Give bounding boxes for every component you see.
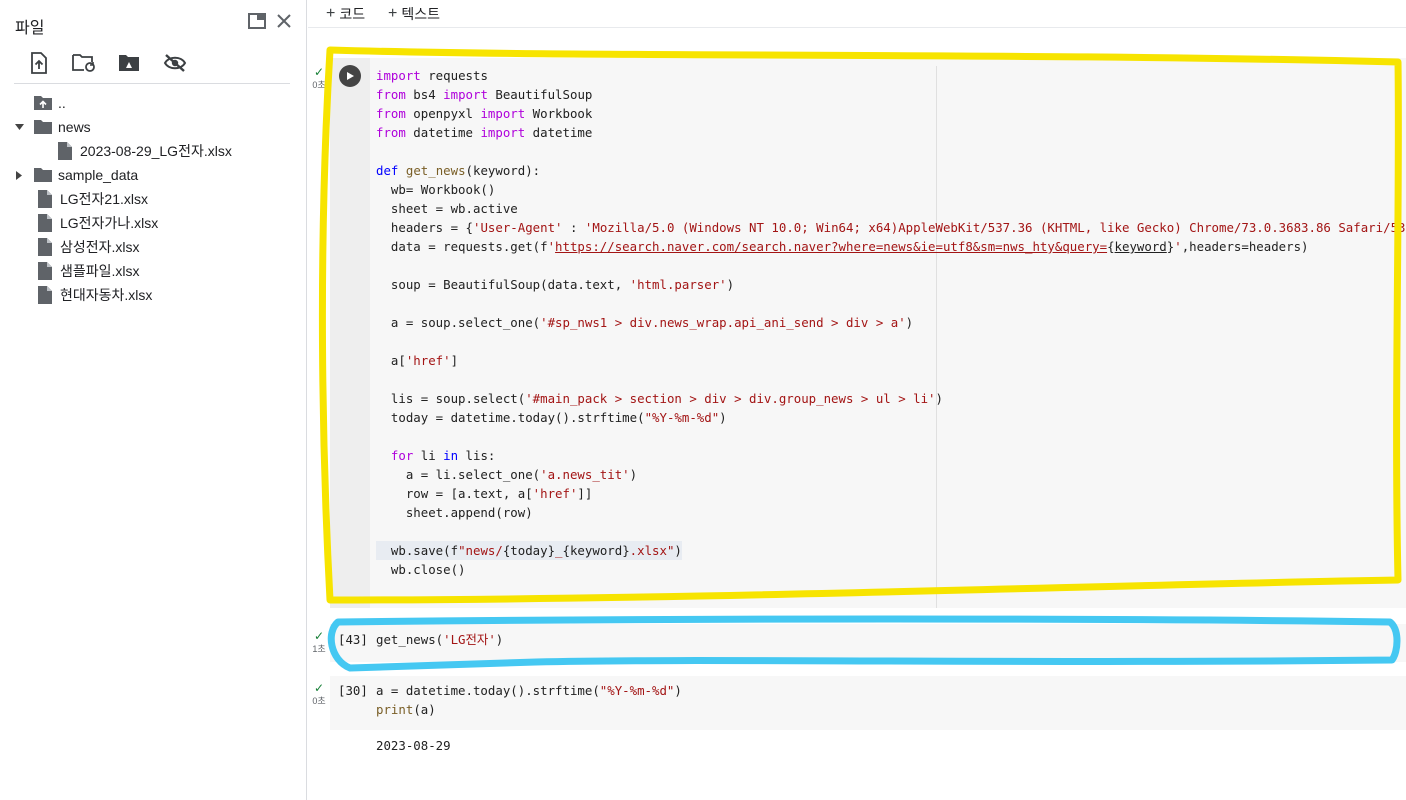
cell-gutter [330,58,370,608]
cell-run-time: 0초 [312,80,326,90]
code-line[interactable]: from datetime import datetime [376,123,592,142]
code-line[interactable]: from openpyxl import Workbook [376,104,592,123]
tree-item-label: sample_data [58,167,139,183]
cell-run-status: ✓ 1초 [309,630,329,655]
add-text-button[interactable]: + 텍스트 [388,4,440,24]
play-icon [347,72,354,80]
tree-item-label: LG전자21.xlsx [60,191,149,207]
tree-item-file[interactable]: LG전자가나.xlsx [36,211,158,235]
tree-item-file[interactable]: 샘플파일.xlsx [36,259,140,283]
check-icon: ✓ [313,629,325,643]
add-text-label: 텍스트 [401,6,440,22]
close-icon[interactable] [273,10,295,32]
code-line[interactable]: print(a) [376,700,436,719]
tree-item-parent[interactable]: .. [34,91,66,115]
tree-item-label: 샘플파일.xlsx [60,263,140,279]
tree-item-label: .. [58,95,66,111]
code-line[interactable]: row = [a.text, a['href']] [376,484,593,503]
sidebar-divider [14,83,290,84]
check-icon: ✓ [313,65,325,79]
code-line[interactable]: headers = {'User-Agent' : 'Mozilla/5.0 (… [376,218,1406,237]
folder-up-icon [34,94,52,112]
code-line[interactable]: data = requests.get(f'https://search.nav… [376,237,1309,256]
tree-item-file[interactable]: 현대자동차.xlsx [36,283,152,307]
cell-run-time: 1초 [312,644,326,654]
line-length-ruler [936,66,937,608]
code-line[interactable]: wb= Workbook() [376,180,495,199]
mount-drive-icon[interactable] [117,50,141,76]
code-line[interactable]: import requests [376,66,488,85]
tree-item-file[interactable]: 삼성전자.xlsx [36,235,140,259]
tree-item-sample-data[interactable]: sample_data [14,163,138,187]
code-line[interactable]: from bs4 import BeautifulSoup [376,85,592,104]
cell-output: 2023-08-29 [376,738,451,753]
plus-icon: + [326,5,336,22]
tree-item-label: news [58,119,91,135]
tree-item-label: 삼성전자.xlsx [60,239,140,255]
execution-count: [43] [338,632,368,647]
code-line[interactable]: wb.close() [376,560,466,579]
upload-file-icon[interactable] [27,50,51,76]
code-line[interactable]: def get_news(keyword): [376,161,540,180]
tree-item-label: 현대자동차.xlsx [60,287,153,303]
code-line[interactable]: a = li.select_one('a.news_tit') [376,465,637,484]
folder-icon [34,118,52,136]
chevron-right-icon[interactable] [14,170,24,180]
file-browser-panel: 파일 .. news 2023-08-29_LG전자.xlsx sample_d… [0,0,307,800]
cell-run-time: 0초 [312,696,326,706]
notebook-toolbar: + 코드 + 텍스트 [308,0,1406,28]
cell-run-status: ✓ 0초 [309,66,329,91]
tree-item-file[interactable]: LG전자21.xlsx [36,187,148,211]
add-code-button[interactable]: + 코드 [326,4,365,24]
open-in-window-icon[interactable] [246,10,268,32]
code-line[interactable]: get_news('LG전자') [376,630,503,649]
code-line[interactable]: sheet = wb.active [376,199,518,218]
code-line[interactable]: a = datetime.today().strftime("%Y-%m-%d"… [376,681,682,700]
chevron-down-icon[interactable] [14,122,24,132]
file-icon [36,286,54,304]
file-icon [56,142,74,160]
code-line[interactable]: sheet.append(row) [376,503,533,522]
file-icon [36,238,54,256]
check-icon: ✓ [313,681,325,695]
file-icon [36,190,54,208]
run-cell-button[interactable] [339,65,361,87]
code-line[interactable]: a['href'] [376,351,458,370]
code-line-highlighted[interactable]: wb.save(f"news/{today}_{keyword}.xlsx") [376,541,682,560]
code-line[interactable]: a = soup.select_one('#sp_nws1 > div.news… [376,313,913,332]
code-line[interactable]: lis = soup.select('#main_pack > section … [376,389,943,408]
add-code-label: 코드 [339,6,366,22]
tree-item-news[interactable]: news [14,115,91,139]
plus-icon: + [388,5,398,22]
tree-item-label: LG전자가나.xlsx [60,215,159,231]
code-line[interactable]: soup = BeautifulSoup(data.text, 'html.pa… [376,275,734,294]
file-icon [36,214,54,232]
file-icon [36,262,54,280]
cell-run-status: ✓ 0초 [309,682,329,707]
tree-item-file[interactable]: 2023-08-29_LG전자.xlsx [56,139,232,163]
refresh-folder-icon[interactable] [72,50,96,76]
sidebar-title: 파일 [15,20,45,37]
code-line[interactable]: for li in lis: [376,446,495,465]
execution-count: [30] [338,683,368,698]
hide-files-icon[interactable] [163,50,187,76]
folder-icon [34,166,52,184]
code-line[interactable]: today = datetime.today().strftime("%Y-%m… [376,408,727,427]
tree-item-label: 2023-08-29_LG전자.xlsx [80,143,232,159]
